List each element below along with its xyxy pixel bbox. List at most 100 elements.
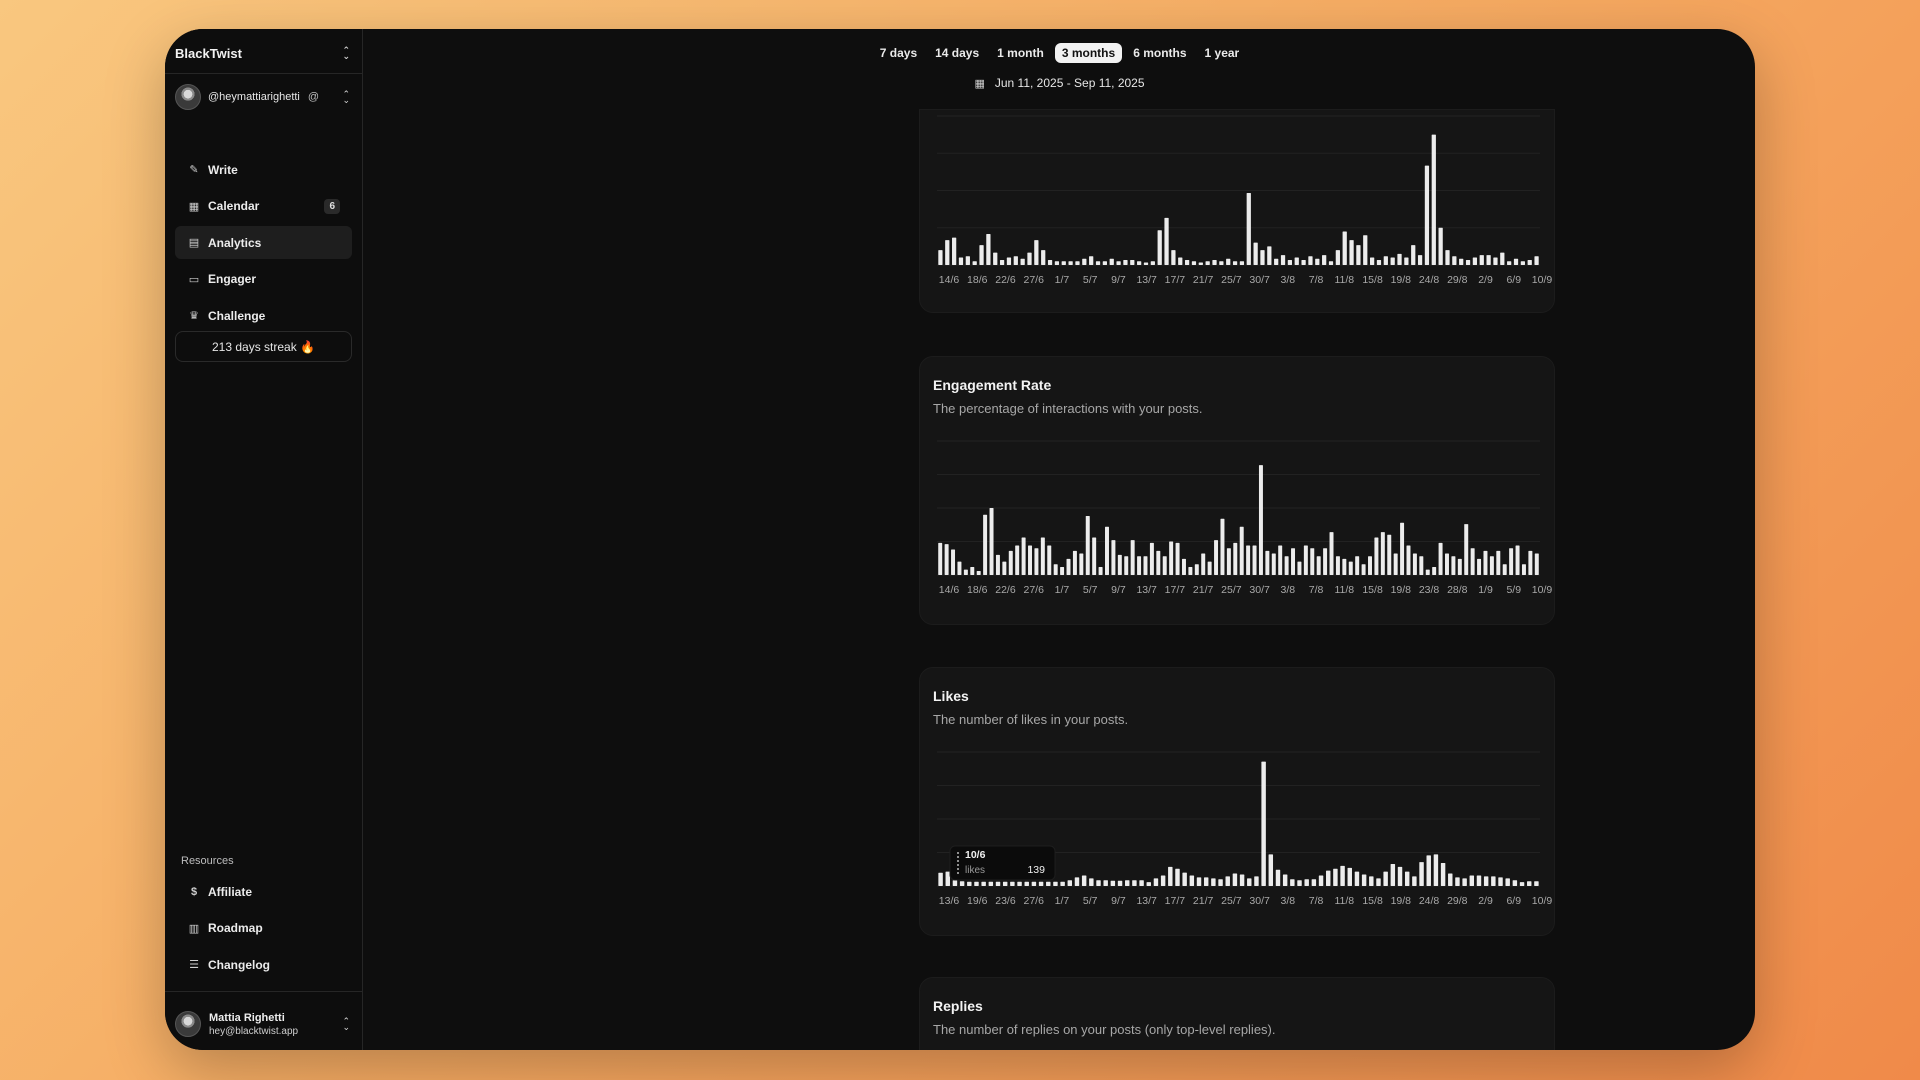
bar[interactable] — [1498, 877, 1503, 886]
bar[interactable] — [1196, 877, 1202, 886]
bar[interactable] — [1507, 261, 1512, 265]
bar[interactable] — [1311, 879, 1317, 886]
bar[interactable] — [1333, 868, 1338, 886]
bar[interactable] — [1096, 880, 1101, 886]
bar[interactable] — [1404, 257, 1409, 265]
date-range-picker[interactable]: ▦ Jun 11, 2025 - Sep 11, 2025 — [364, 76, 1755, 90]
bar[interactable] — [1116, 261, 1121, 265]
bar[interactable] — [1469, 875, 1475, 886]
bar[interactable] — [1483, 550, 1488, 575]
range-14-days[interactable]: 14 days — [928, 43, 986, 63]
bar[interactable] — [1459, 258, 1464, 265]
bar[interactable] — [1218, 879, 1223, 886]
bar[interactable] — [989, 508, 994, 575]
bar[interactable] — [1534, 553, 1539, 575]
bar[interactable] — [1316, 556, 1321, 575]
bar[interactable] — [1342, 231, 1347, 265]
bar[interactable] — [1143, 556, 1148, 575]
bar[interactable] — [1105, 526, 1109, 575]
bar[interactable] — [1046, 881, 1051, 886]
bar[interactable] — [1354, 871, 1360, 886]
bar[interactable] — [995, 881, 1001, 886]
nav-item-calendar[interactable]: ▦ Calendar 6 — [175, 190, 352, 223]
bar[interactable] — [1387, 534, 1392, 575]
bar[interactable] — [1512, 880, 1518, 886]
bar[interactable] — [1117, 880, 1123, 886]
bar[interactable] — [1452, 256, 1457, 265]
bar[interactable] — [1374, 537, 1379, 575]
bar[interactable] — [1308, 256, 1313, 265]
bar[interactable] — [1527, 881, 1532, 886]
bar[interactable] — [1528, 550, 1533, 575]
bar[interactable] — [967, 881, 972, 886]
bar[interactable] — [983, 514, 988, 575]
bar[interactable] — [1226, 548, 1231, 575]
bar[interactable] — [1519, 882, 1525, 886]
bar[interactable] — [1340, 865, 1345, 886]
bar[interactable] — [1015, 545, 1020, 575]
bar[interactable] — [1028, 545, 1033, 575]
bar[interactable] — [1342, 558, 1347, 575]
range-1-year[interactable]: 1 year — [1198, 43, 1247, 63]
bar[interactable] — [951, 549, 956, 575]
bar[interactable] — [1246, 545, 1251, 575]
bar[interactable] — [1400, 522, 1405, 575]
bar[interactable] — [1451, 556, 1456, 575]
bar[interactable] — [1483, 876, 1489, 886]
bar[interactable] — [1267, 246, 1272, 265]
bar[interactable] — [1361, 564, 1366, 575]
bar[interactable] — [1252, 545, 1257, 575]
bar[interactable] — [1117, 554, 1122, 575]
workspace-switcher[interactable]: BlackTwist ⌃ ⌄ — [175, 41, 350, 65]
account-switcher[interactable]: @heymattiarighetti @ ⌃ ⌄ — [175, 84, 350, 110]
bar[interactable] — [1061, 261, 1066, 265]
bar[interactable] — [1079, 553, 1084, 575]
bar[interactable] — [1067, 880, 1073, 886]
bar[interactable] — [1034, 548, 1039, 575]
bar[interactable] — [1297, 880, 1302, 886]
bar[interactable] — [1169, 541, 1174, 576]
bar[interactable] — [1143, 262, 1149, 265]
bar[interactable] — [1515, 545, 1520, 575]
range-6-months[interactable]: 6 months — [1126, 43, 1193, 63]
bar[interactable] — [1284, 556, 1289, 575]
bar[interactable] — [1089, 256, 1094, 265]
bar[interactable] — [1290, 879, 1295, 886]
bar[interactable] — [1310, 548, 1315, 575]
bar[interactable] — [1335, 556, 1340, 575]
bar[interactable] — [1109, 258, 1114, 265]
bar[interactable] — [1189, 875, 1195, 886]
bar[interactable] — [1500, 252, 1505, 265]
bar[interactable] — [1348, 561, 1353, 575]
bar[interactable] — [1110, 880, 1116, 886]
bar[interactable] — [1438, 227, 1443, 265]
bar[interactable] — [1041, 250, 1046, 265]
bar[interactable] — [1479, 255, 1484, 265]
bar[interactable] — [1347, 867, 1352, 886]
bar[interactable] — [972, 261, 977, 265]
bar[interactable] — [1349, 240, 1354, 265]
bar[interactable] — [1505, 878, 1510, 886]
bar[interactable] — [1335, 250, 1340, 265]
bar[interactable] — [1074, 877, 1080, 886]
bar[interactable] — [1412, 876, 1417, 886]
bar[interactable] — [1125, 880, 1130, 886]
bar[interactable] — [1294, 257, 1299, 265]
bar[interactable] — [1258, 465, 1263, 575]
bar[interactable] — [1247, 878, 1252, 886]
bar[interactable] — [1164, 217, 1169, 265]
bar[interactable] — [1002, 881, 1008, 886]
bar[interactable] — [1095, 261, 1101, 265]
bar[interactable] — [1280, 255, 1286, 265]
bar[interactable] — [1132, 880, 1137, 886]
bar[interactable] — [986, 233, 991, 265]
bar[interactable] — [1150, 261, 1155, 265]
bar[interactable] — [1472, 257, 1478, 265]
bar[interactable] — [1191, 261, 1197, 265]
bar[interactable] — [1521, 564, 1526, 575]
bar[interactable] — [1123, 260, 1128, 265]
bar[interactable] — [1211, 878, 1216, 886]
bar[interactable] — [1491, 876, 1496, 886]
bar[interactable] — [1509, 548, 1514, 575]
bar[interactable] — [1198, 262, 1203, 265]
